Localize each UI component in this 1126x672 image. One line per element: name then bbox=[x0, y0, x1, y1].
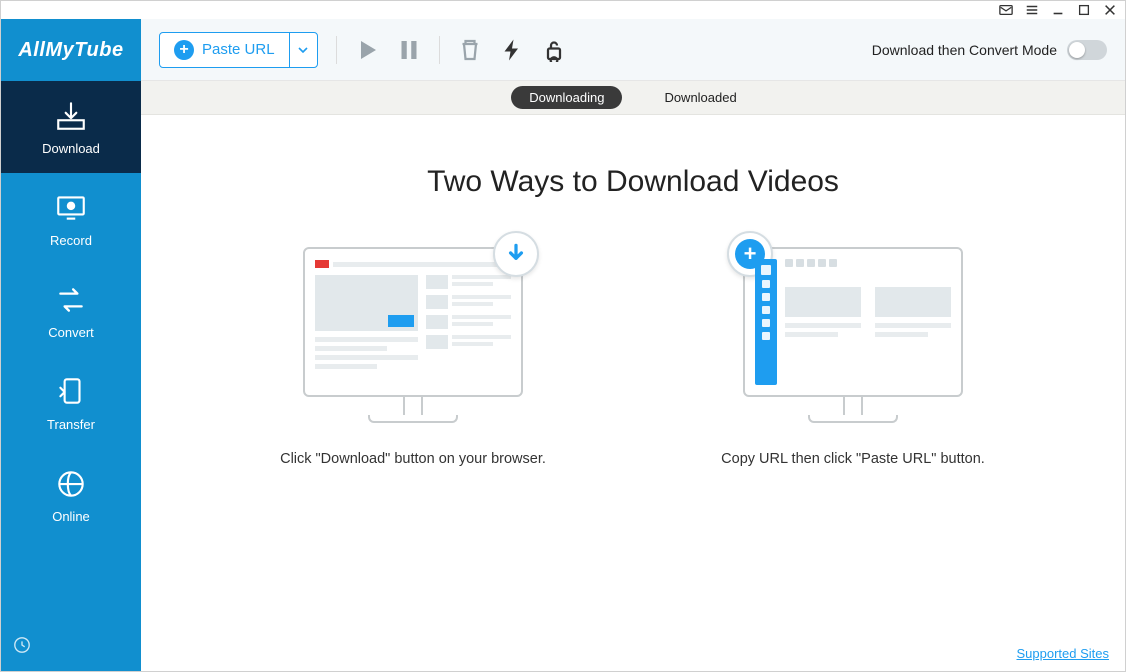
plus-circle-icon: + bbox=[174, 40, 194, 60]
separator bbox=[439, 36, 440, 64]
paste-url-label: Paste URL bbox=[202, 41, 275, 58]
content-heading: Two Ways to Download Videos bbox=[181, 165, 1085, 199]
app-brand: AllMyTube bbox=[1, 19, 141, 81]
convert-mode-toggle[interactable] bbox=[1067, 40, 1107, 60]
sidebar-item-label: Transfer bbox=[47, 417, 95, 432]
pause-button[interactable] bbox=[397, 38, 421, 62]
sidebar: AllMyTube Download Record Convert Transf… bbox=[1, 19, 141, 671]
turbo-button[interactable] bbox=[500, 38, 524, 62]
tab-downloaded[interactable]: Downloaded bbox=[646, 86, 754, 109]
sidebar-strip-icon bbox=[755, 259, 777, 385]
sidebar-item-convert[interactable]: Convert bbox=[1, 265, 141, 357]
paste-url-button[interactable]: + Paste URL bbox=[159, 32, 318, 68]
way2-caption: Copy URL then click "Paste URL" button. bbox=[721, 449, 985, 471]
sidebar-item-label: Convert bbox=[48, 325, 94, 340]
sidebar-item-download[interactable]: Download bbox=[1, 81, 141, 173]
menu-icon[interactable] bbox=[1025, 3, 1039, 17]
minimize-icon[interactable] bbox=[1051, 3, 1065, 17]
clock-icon[interactable] bbox=[13, 636, 31, 654]
sidebar-item-online[interactable]: Online bbox=[1, 449, 141, 541]
trash-button[interactable] bbox=[458, 38, 482, 62]
titlebar bbox=[1, 1, 1125, 19]
download-arrow-icon bbox=[493, 231, 539, 277]
unlock-button[interactable] bbox=[542, 38, 566, 62]
sidebar-item-label: Online bbox=[52, 509, 90, 524]
sidebar-item-label: Download bbox=[42, 141, 100, 156]
paste-url-dropdown[interactable] bbox=[289, 33, 317, 67]
close-icon[interactable] bbox=[1103, 3, 1117, 17]
toolbar: + Paste URL Download then Convert Mode bbox=[141, 19, 1125, 81]
way-browser-download: Click "Download" button on your browser. bbox=[253, 247, 573, 471]
message-icon[interactable] bbox=[999, 3, 1013, 17]
sidebar-item-label: Record bbox=[50, 233, 92, 248]
convert-mode-label: Download then Convert Mode bbox=[872, 42, 1057, 58]
maximize-icon[interactable] bbox=[1077, 3, 1091, 17]
separator bbox=[336, 36, 337, 64]
tabs: Downloading Downloaded bbox=[141, 81, 1125, 115]
way1-caption: Click "Download" button on your browser. bbox=[280, 449, 546, 471]
way-paste-url: + bbox=[693, 247, 1013, 471]
supported-sites-link[interactable]: Supported Sites bbox=[1016, 646, 1109, 661]
sidebar-item-record[interactable]: Record bbox=[1, 173, 141, 265]
tab-downloading[interactable]: Downloading bbox=[511, 86, 622, 109]
content-area: Two Ways to Download Videos bbox=[141, 115, 1125, 671]
sidebar-item-transfer[interactable]: Transfer bbox=[1, 357, 141, 449]
play-button[interactable] bbox=[355, 38, 379, 62]
